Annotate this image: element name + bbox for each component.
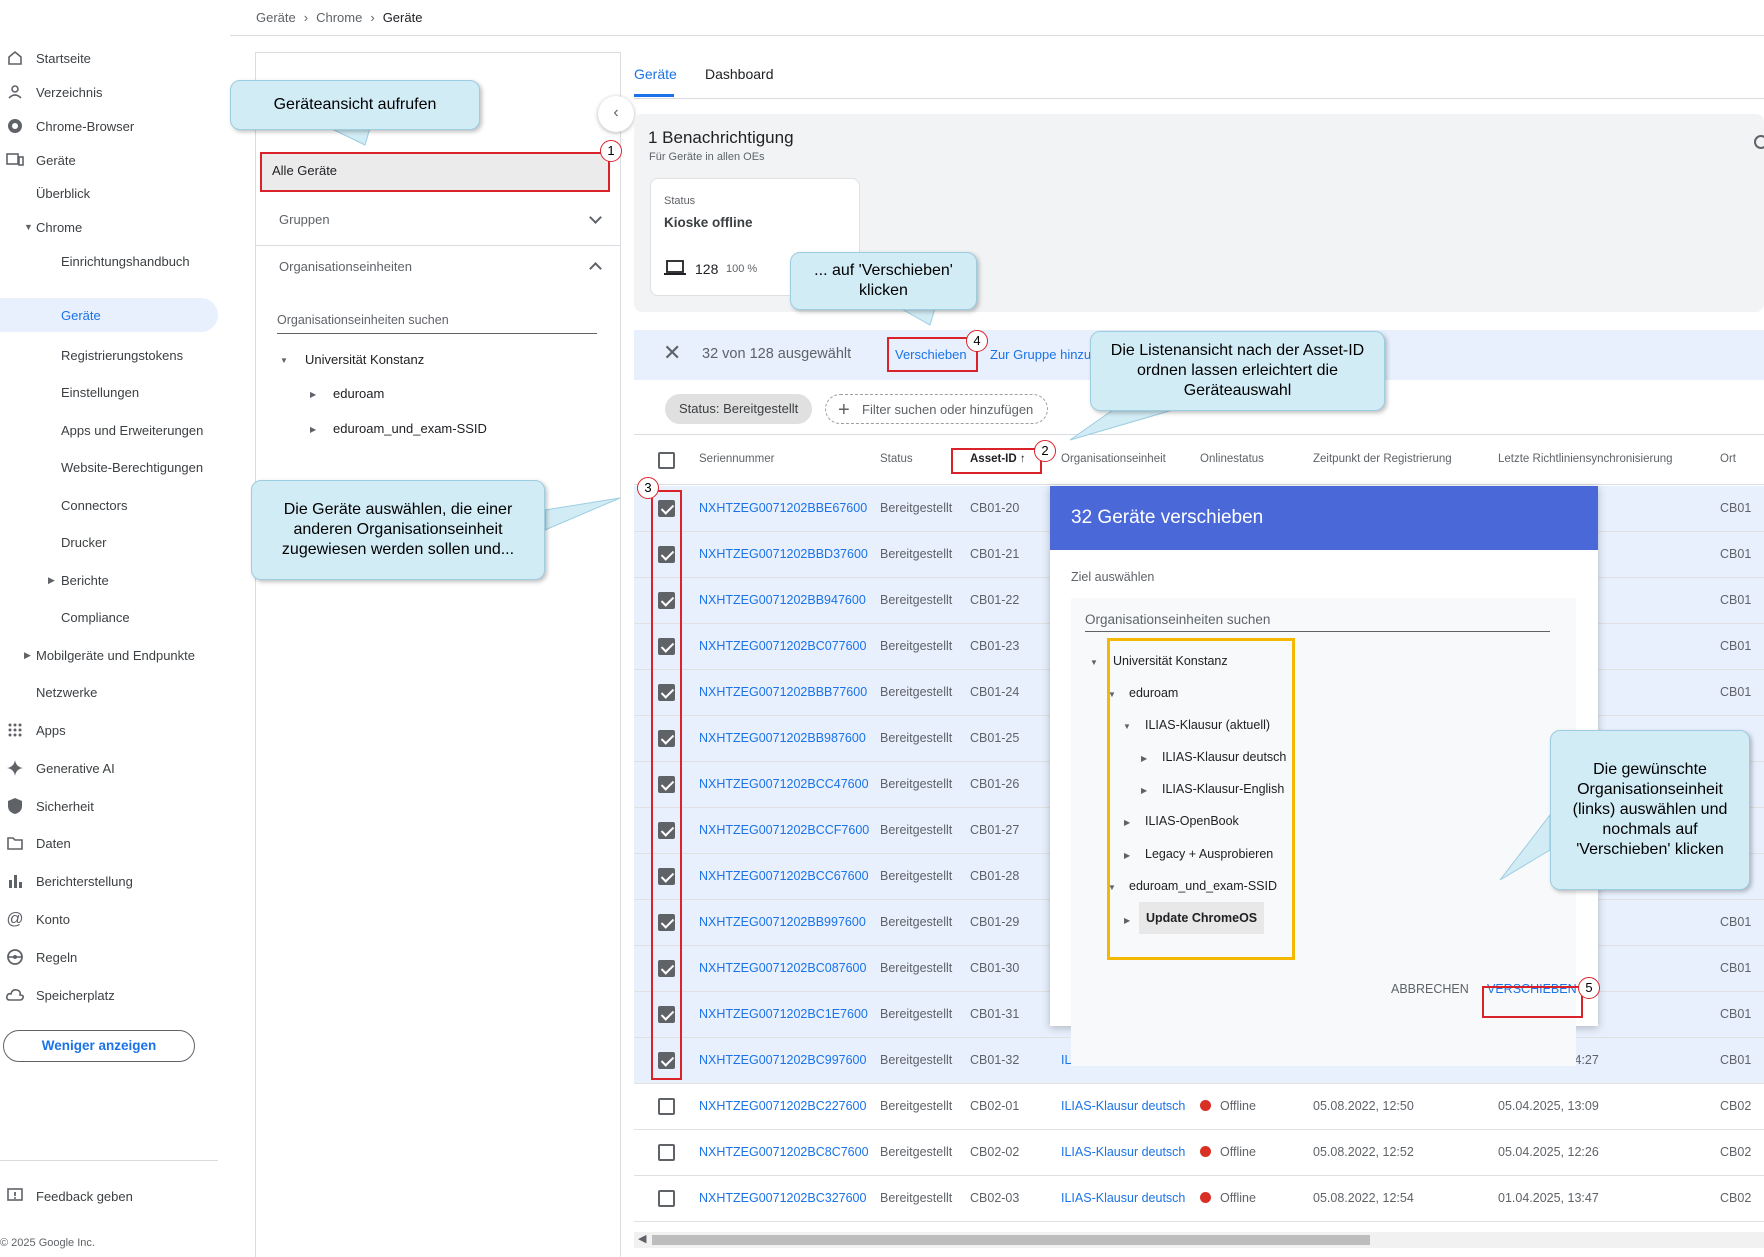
callout-click-move: ... auf 'Verschieben' klicken (790, 252, 977, 310)
callout-select-ou: Die gewünschte Organisationseinheit (lin… (1550, 730, 1750, 890)
callout-sort-asset: Die Listenansicht nach der Asset-ID ordn… (1090, 331, 1385, 411)
callout-pointers (329, 127, 1551, 881)
callout-open-devices: Geräteansicht aufrufen (230, 80, 480, 130)
callout-select-devices: Die Geräte auswählen, die einer anderen … (251, 480, 545, 580)
